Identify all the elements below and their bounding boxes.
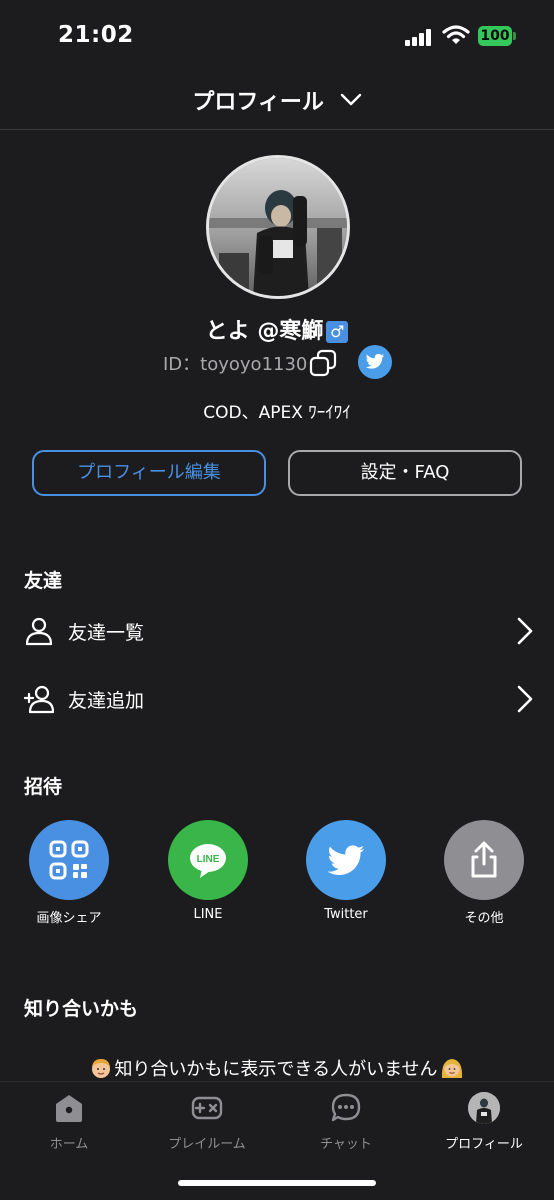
wifi-icon: [442, 25, 470, 44]
tab-chat[interactable]: チャット: [277, 1092, 415, 1152]
avatar: [468, 1092, 500, 1124]
chevron-down-icon: [340, 93, 361, 106]
status-time: 21:02: [58, 22, 134, 48]
home-icon: [56, 1095, 82, 1122]
twitter-icon: [365, 353, 385, 369]
man-face-icon: [92, 1059, 111, 1078]
top-header: プロフィール: [0, 72, 554, 130]
invite-twitter-label: Twitter: [324, 907, 368, 922]
invite-image-share[interactable]: 画像シェア: [19, 820, 119, 930]
edit-profile-button[interactable]: プロフィール編集: [32, 450, 266, 496]
twitter-icon: [306, 820, 386, 900]
svg-text:LINE: LINE: [197, 854, 220, 865]
profile-avatar[interactable]: [206, 155, 350, 299]
share-icon: [444, 820, 524, 900]
invite-line[interactable]: LINE LINE: [158, 820, 258, 930]
invite-image-share-label: 画像シェア: [36, 911, 102, 926]
invite-twitter[interactable]: Twitter: [296, 820, 396, 930]
settings-faq-button[interactable]: 設定・FAQ: [288, 450, 522, 496]
copy-icon[interactable]: [309, 349, 337, 377]
tab-home[interactable]: ホーム: [0, 1092, 138, 1152]
tab-playroom-label: プレイルーム: [168, 1137, 246, 1152]
page-title: プロフィール: [192, 90, 324, 115]
person-add-icon: [24, 685, 54, 714]
person-icon: [25, 617, 53, 646]
tab-profile[interactable]: プロフィール: [415, 1092, 553, 1152]
suggest-empty-message: 知り合いかもに表示できる人がいません: [0, 1055, 554, 1081]
suggest-section-title: 知り合いかも: [24, 998, 139, 1020]
tab-chat-label: チャット: [320, 1137, 372, 1152]
profile-bio: COD、APEX ﾜｰｲﾜｲ: [203, 403, 351, 423]
add-friend-label: 友達追加: [68, 690, 145, 712]
friends-list-label: 友達一覧: [68, 622, 145, 644]
battery-level: 100: [478, 26, 512, 46]
profile-switcher[interactable]: プロフィール: [0, 84, 554, 116]
friends-section-title: 友達: [24, 570, 63, 592]
invite-other-label: その他: [464, 911, 504, 926]
cellular-signal-icon: [405, 28, 433, 46]
gender-male-icon: ♂: [326, 321, 349, 343]
invite-line-label: LINE: [193, 907, 223, 922]
woman-face-icon: [441, 1059, 462, 1078]
add-friend-row[interactable]: 友達追加: [0, 670, 554, 730]
invite-section-title: 招待: [24, 776, 63, 798]
invite-other[interactable]: その他: [434, 820, 534, 930]
chevron-right-icon: [517, 685, 533, 713]
tab-home-label: ホーム: [49, 1137, 89, 1152]
profile-name-row: とよ @寒鰤 ♂: [0, 313, 554, 345]
profile-id: ID：toyoyo1130: [163, 354, 308, 375]
chevron-right-icon: [517, 617, 533, 645]
gamepad-icon: [191, 1096, 223, 1120]
battery-icon: 100: [478, 26, 516, 46]
profile-name: とよ @寒鰤: [205, 319, 324, 344]
tab-playroom[interactable]: プレイルーム: [138, 1092, 276, 1152]
home-indicator: [178, 1180, 376, 1186]
suggest-empty-text: 知り合いかもに表示できる人がいません: [114, 1059, 438, 1080]
friends-list-row[interactable]: 友達一覧: [0, 602, 554, 662]
chat-icon: [331, 1093, 361, 1122]
twitter-link-button[interactable]: [358, 345, 392, 379]
status-bar: 21:02 100: [0, 0, 554, 72]
line-icon: LINE: [168, 820, 248, 900]
tab-profile-label: プロフィール: [445, 1137, 523, 1152]
qr-code-icon: [29, 820, 109, 900]
